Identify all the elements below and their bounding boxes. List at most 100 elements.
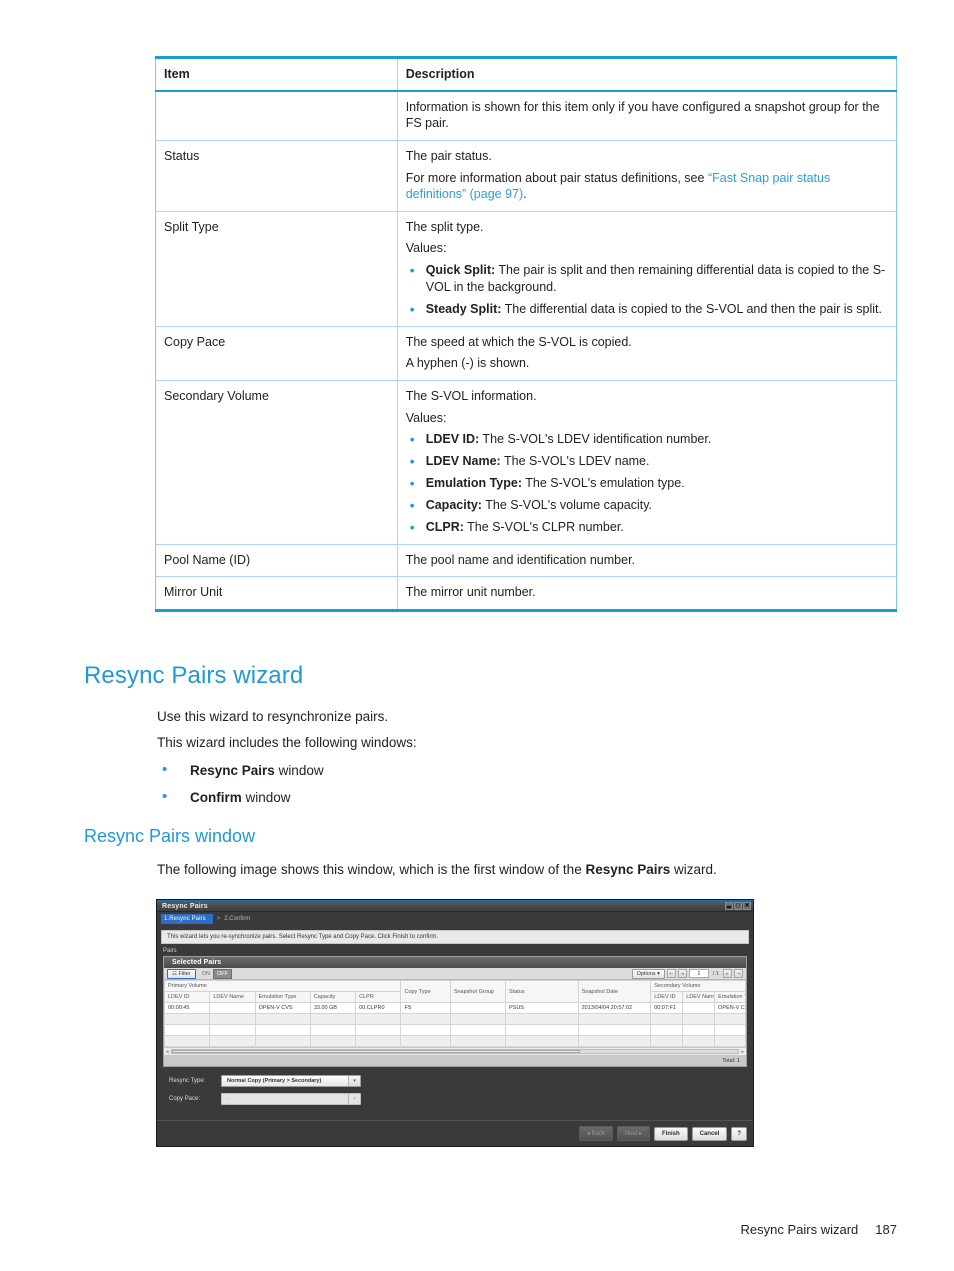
column-header[interactable]: Copy Type (400, 980, 451, 1003)
tab-resync-pairs[interactable]: 1.Resync Pairs (161, 914, 213, 924)
scroll-right-icon[interactable]: ▸ (741, 1049, 744, 1055)
chevron-down-icon[interactable]: ▾ (348, 1076, 360, 1086)
window-controls: ▃ ◻ ✖ (725, 902, 751, 910)
filter-toggle-on[interactable]: ON (199, 970, 213, 978)
table-row: Mirror Unit The mirror unit number. (155, 576, 897, 612)
cell-description: The pair status. For more information abo… (397, 140, 897, 212)
description-paragraph: The pair status. (405, 148, 492, 163)
description-paragraph: A hyphen (-) is shown. (405, 356, 530, 371)
scrollbar-track[interactable] (170, 1049, 740, 1054)
cell-description: The speed at which the S-VOL is copied. A… (397, 326, 897, 381)
cell-empty (505, 1013, 579, 1025)
cell-empty (577, 1013, 652, 1025)
close-icon[interactable]: ✖ (743, 902, 751, 910)
cell-empty (400, 1024, 451, 1036)
copy-pace-select: - ▾ (221, 1093, 361, 1105)
bullet-item: LDEV ID: The S-VOL's LDEV identification… (406, 430, 888, 449)
resync-type-select[interactable]: Normal Copy (Primary > Secondary) ▾ (221, 1075, 361, 1087)
panel-toolbar: ☷ Filter ON OFF Options ▾ ⇤ ◂ 1 / 1 ▸ ⇥ (164, 968, 746, 980)
last-page-icon[interactable]: ⇥ (734, 969, 743, 978)
horizontal-scrollbar[interactable]: ◂ ▸ (164, 1047, 746, 1056)
first-page-icon[interactable]: ⇤ (666, 969, 676, 978)
finish-button[interactable]: Finish (653, 1126, 688, 1141)
figure-intro-paragraph: The following image shows this window, w… (157, 861, 717, 879)
column-header[interactable]: Snapshot Group (449, 980, 507, 1003)
filter-toggle-off[interactable]: OFF (212, 968, 232, 979)
description-paragraph: For more information about pair status d… (405, 170, 831, 202)
filter-button[interactable]: ☷ Filter (167, 968, 196, 979)
column-header[interactable]: LDEV ID (163, 991, 211, 1003)
column-header-item: Item (155, 55, 398, 92)
column-header[interactable]: Emulation Type (714, 991, 746, 1003)
tab-confirm[interactable]: 2.Confirm (224, 916, 250, 922)
cell-empty (355, 1013, 402, 1025)
column-header[interactable]: Snapshot Date (577, 980, 652, 1003)
description-bullet-list: LDEV ID: The S-VOL's LDEV identification… (406, 430, 888, 537)
cancel-button[interactable]: Cancel (691, 1126, 728, 1141)
section-heading-resync-pairs-window: Resync Pairs window (84, 826, 256, 846)
table-row-empty[interactable] (163, 1013, 746, 1025)
bullet-item: Steady Split: The differential data is c… (406, 300, 888, 319)
copy-pace-value: - (227, 1096, 229, 1102)
scroll-left-icon[interactable]: ◂ (166, 1049, 169, 1055)
cell-item: Copy Pace (155, 326, 398, 381)
cell-empty (714, 1024, 746, 1036)
cell-secondary-ldev-id: 00:07:F1 (650, 1002, 684, 1014)
figure-intro-pre: The following image shows this window, w… (157, 862, 586, 877)
cell-empty (682, 1035, 716, 1047)
cross-reference-link[interactable]: “Fast Snap pair status definitions” (pag… (406, 171, 831, 202)
description-paragraph: The speed at which the S-VOL is copied. (405, 334, 632, 349)
wizard-content: Pairs Selected Pairs ☷ Filter ON OFF Opt… (163, 948, 747, 1105)
column-header[interactable]: Status (505, 980, 579, 1003)
table-row-empty[interactable] (163, 1035, 746, 1047)
cell-secondary-emulation-type: OPEN-V CVS (714, 1002, 746, 1014)
table-row-empty[interactable] (163, 1024, 746, 1036)
cell-primary-capacity: 33.00 GB (309, 1002, 357, 1014)
cell-empty (682, 1024, 716, 1036)
column-header[interactable]: LDEV ID (650, 991, 684, 1003)
cell-empty (309, 1024, 357, 1036)
minimize-icon[interactable]: ▃ (725, 902, 733, 910)
column-header[interactable]: LDEV Name (682, 991, 716, 1003)
cell-empty (714, 1035, 746, 1047)
next-button: Next ▸ (616, 1126, 650, 1141)
column-header[interactable]: CLPR (355, 991, 402, 1003)
column-header[interactable]: LDEV Name (209, 991, 256, 1003)
wizard-instruction-text: This wizard lets you re-synchronize pair… (161, 930, 749, 944)
page-number-input[interactable]: 1 (688, 969, 709, 978)
cell-empty (209, 1013, 256, 1025)
cell-primary-ldev-id: 00:00:45 (163, 1002, 211, 1014)
cell-primary-emulation-type: OPEN-V CVS (254, 1002, 311, 1014)
help-icon[interactable]: ? (731, 1126, 747, 1141)
group-header-secondary-volume: Secondary Volume (650, 980, 746, 992)
page-heading-resync-pairs-wizard: Resync Pairs wizard (84, 662, 304, 689)
group-header-primary-volume: Primary Volume (163, 980, 402, 992)
cell-empty (577, 1024, 652, 1036)
cell-empty (714, 1013, 746, 1025)
bullet-label: Steady Split: (425, 301, 502, 316)
cell-empty (400, 1035, 451, 1047)
description-paragraph: Values: (405, 410, 447, 425)
cell-item (155, 90, 398, 141)
cell-empty (505, 1024, 579, 1036)
description-paragraph: The S-VOL information. (405, 388, 537, 403)
maximize-icon[interactable]: ◻ (734, 902, 742, 910)
wizard-step-tabs: 1.Resync Pairs > 2.Confirm (157, 912, 753, 926)
next-page-icon[interactable]: ▸ (723, 969, 732, 978)
scrollbar-thumb[interactable] (171, 1050, 580, 1053)
bullet-item: CLPR: The S-VOL's CLPR number. (406, 518, 888, 537)
cell-item: Split Type (155, 211, 398, 327)
table-row[interactable]: 00:00:45 OPEN-V CVS 33.00 GB 00:CLPR0 FS PS… (163, 1002, 746, 1014)
cell-empty (449, 1013, 507, 1025)
cell-empty (355, 1035, 402, 1047)
list-item-rest: window (274, 763, 324, 778)
table-row: Secondary Volume The S-VOL information. Va… (155, 380, 897, 545)
prev-page-icon[interactable]: ◂ (677, 969, 687, 978)
column-header[interactable]: Capacity (309, 991, 357, 1003)
cell-empty (254, 1013, 311, 1025)
cell-secondary-ldev-name (682, 1002, 716, 1014)
list-item-bold: Confirm (190, 789, 242, 805)
cell-primary-clpr: 00:CLPR0 (355, 1002, 402, 1014)
options-button[interactable]: Options ▾ (631, 968, 665, 979)
column-header[interactable]: Emulation Type (254, 991, 311, 1003)
